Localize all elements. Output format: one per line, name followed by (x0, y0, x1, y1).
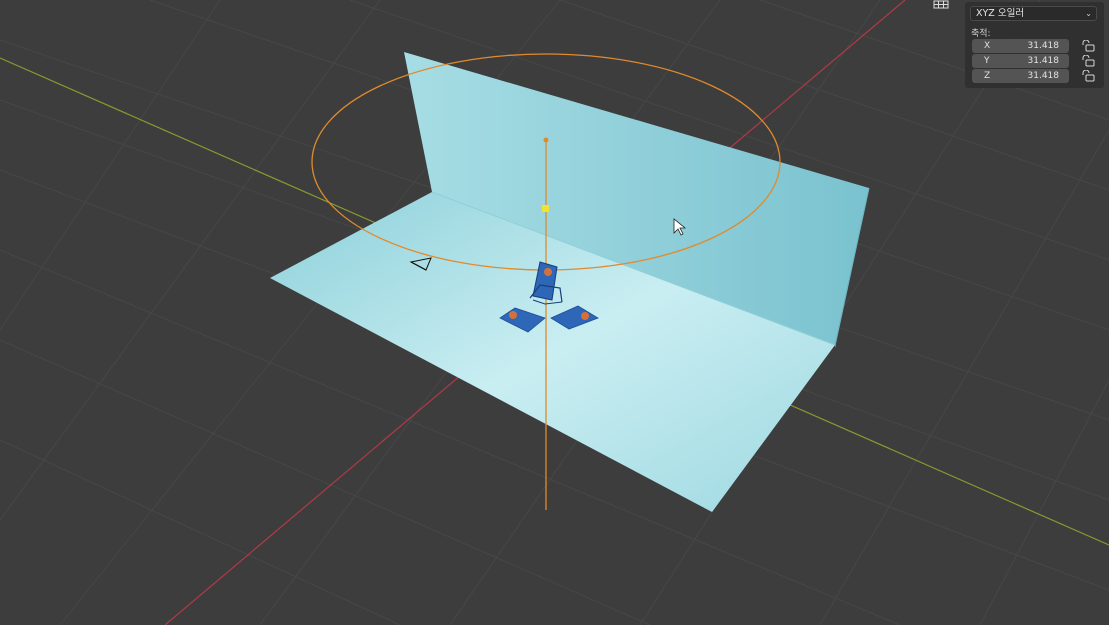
3d-viewport[interactable] (0, 0, 1109, 625)
rotation-panel: XYZ 오일러 ⌄ 축적: X 31.418 Y 31.418 Z 31.418 (965, 2, 1104, 88)
padlock-unlocked-icon[interactable] (1081, 70, 1095, 82)
light-origin-point[interactable] (542, 205, 549, 212)
axis-y-field[interactable]: Y 31.418 (972, 54, 1069, 68)
padlock-unlocked-icon[interactable] (1081, 40, 1095, 52)
light-top-handle[interactable] (543, 137, 549, 143)
axis-z-field[interactable]: Z 31.418 (972, 69, 1069, 83)
axis-z-name: Z (984, 71, 991, 81)
rotation-mode-dropdown[interactable]: XYZ 오일러 ⌄ (970, 6, 1097, 21)
padlock-unlocked-icon[interactable] (1081, 55, 1095, 67)
axis-z-value: 31.418 (1027, 71, 1060, 81)
axis-y-name: Y (984, 56, 990, 66)
axis-y-value: 31.418 (1027, 56, 1060, 66)
grid-icon[interactable] (933, 0, 949, 9)
axis-x-name: X (984, 41, 991, 51)
axis-x-field[interactable]: X 31.418 (972, 39, 1069, 53)
rotation-mode-label: XYZ 오일러 (976, 8, 1025, 19)
axis-x-value: 31.418 (1027, 41, 1060, 51)
chevron-down-icon: ⌄ (1085, 9, 1092, 18)
axis-caption: 축적: (971, 29, 991, 39)
